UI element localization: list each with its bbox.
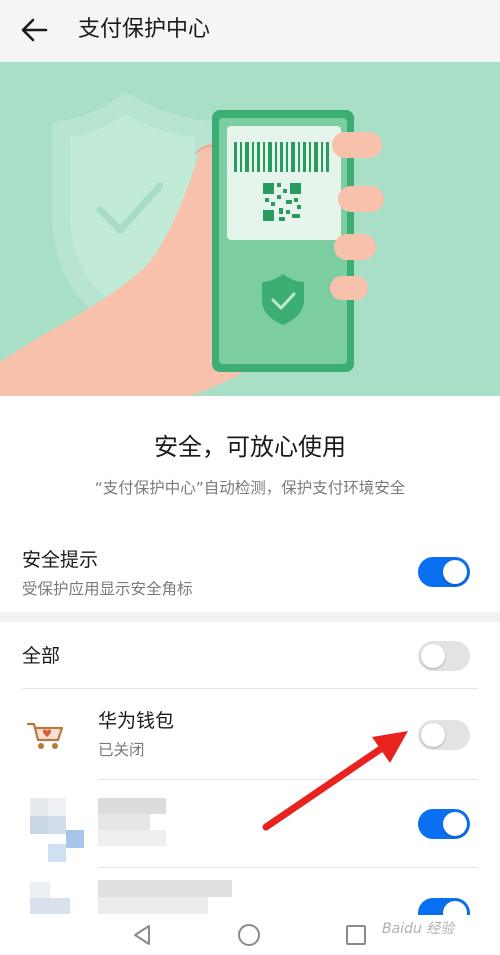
watermark: Baidu 经验	[382, 921, 455, 937]
nav-home-button[interactable]	[237, 923, 261, 951]
nav-back-button[interactable]	[130, 923, 154, 951]
triangle-back-icon	[134, 925, 150, 945]
square-recents-icon	[346, 925, 366, 945]
red-arrow-annotation	[262, 731, 408, 831]
circle-home-icon	[238, 924, 260, 946]
nav-recents-button[interactable]	[344, 923, 368, 951]
